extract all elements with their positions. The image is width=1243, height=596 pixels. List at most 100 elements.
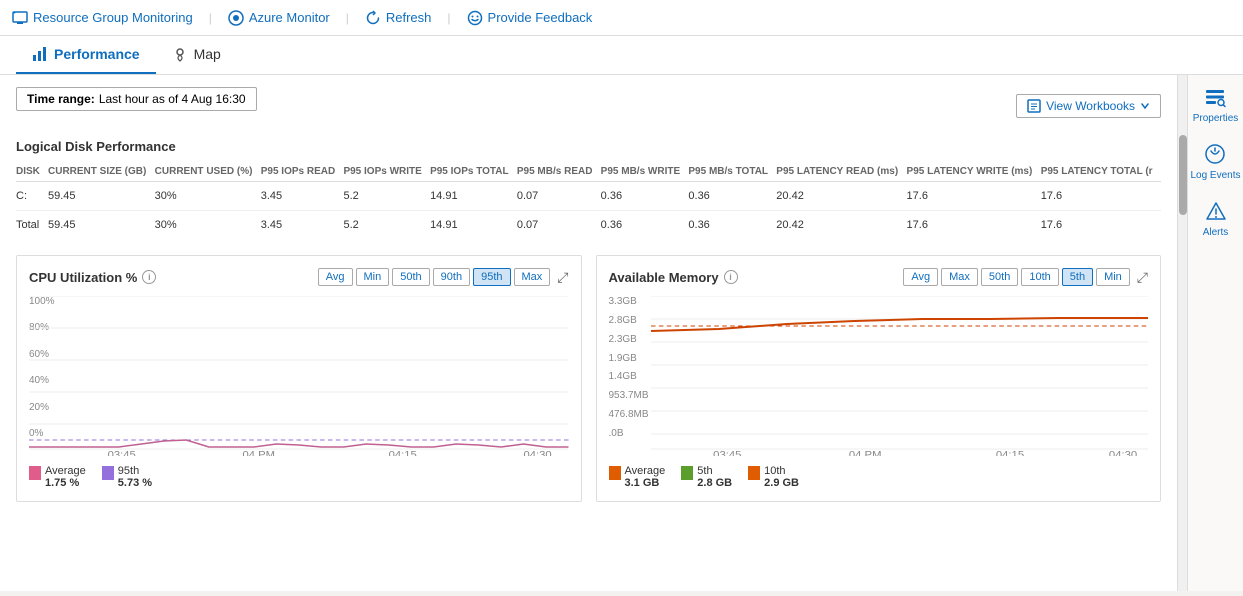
alerts-icon bbox=[1204, 199, 1228, 223]
scrollbar-thumb[interactable] bbox=[1179, 135, 1187, 215]
feedback-button[interactable]: Provide Feedback bbox=[467, 10, 593, 26]
svg-text:03:45: 03:45 bbox=[108, 450, 136, 456]
table-cell: 3.45 bbox=[261, 211, 344, 240]
table-cell: 17.6 bbox=[907, 211, 1041, 240]
cpu-btn-min[interactable]: Min bbox=[356, 268, 390, 286]
memory-chart-svg: 03:45 04 PM 04:15 04:30 bbox=[651, 296, 1149, 456]
refresh-button[interactable]: Refresh bbox=[365, 10, 432, 26]
chevron-down-icon bbox=[1140, 101, 1150, 111]
col-size: CURRENT SIZE (GB) bbox=[48, 162, 155, 182]
view-workbooks-button[interactable]: View Workbooks bbox=[1016, 94, 1161, 118]
table-cell: 0.07 bbox=[517, 182, 601, 211]
right-panel: Properties Log Events Alerts bbox=[1187, 75, 1243, 591]
cpu-legend-avg-label: Average bbox=[45, 465, 86, 477]
svg-text:04:15: 04:15 bbox=[389, 450, 417, 456]
mem-btn-10th[interactable]: 10th bbox=[1021, 268, 1058, 286]
table-cell: 59.45 bbox=[48, 182, 155, 211]
col-mbs-read: P95 MB/s READ bbox=[517, 162, 601, 182]
mem-legend-avg-color bbox=[609, 466, 621, 480]
table-cell: 20.42 bbox=[776, 182, 906, 211]
table-cell: 17.6 bbox=[1041, 211, 1161, 240]
cpu-legend-95th-color bbox=[102, 466, 114, 480]
monitor-icon bbox=[12, 10, 28, 26]
memory-chart-controls: Avg Max 50th 10th 5th Min ⤢ bbox=[903, 268, 1148, 286]
cpu-legend-95th: 95th 5.73 % bbox=[102, 465, 152, 489]
cpu-btn-avg[interactable]: Avg bbox=[318, 268, 353, 286]
properties-panel-item[interactable]: Properties bbox=[1193, 85, 1239, 124]
cpu-chart-header: CPU Utilization % i Avg Min 50th 90th 95… bbox=[29, 268, 569, 286]
cpu-legend-avg-color bbox=[29, 466, 41, 480]
svg-text:04:15: 04:15 bbox=[995, 450, 1023, 456]
svg-text:03:45: 03:45 bbox=[713, 450, 741, 456]
logevents-label: Log Events bbox=[1190, 170, 1240, 181]
disk-section-title: Logical Disk Performance bbox=[16, 139, 1161, 154]
cpu-legend-95th-value: 5.73 % bbox=[118, 477, 152, 489]
alerts-panel-item[interactable]: Alerts bbox=[1203, 199, 1229, 238]
table-cell: 20.42 bbox=[776, 211, 906, 240]
alerts-label: Alerts bbox=[1203, 227, 1229, 238]
col-lat-read: P95 LATENCY READ (ms) bbox=[776, 162, 906, 182]
tab-performance[interactable]: Performance bbox=[16, 36, 156, 74]
col-used: CURRENT USED (%) bbox=[155, 162, 261, 182]
mem-btn-5th[interactable]: 5th bbox=[1062, 268, 1093, 286]
cpu-legend-95th-label: 95th bbox=[118, 465, 152, 477]
tab-bar: Performance Map bbox=[0, 36, 1243, 75]
table-header-row: DISK CURRENT SIZE (GB) CURRENT USED (%) … bbox=[16, 162, 1161, 182]
azure-icon bbox=[228, 10, 244, 26]
table-cell: 5.2 bbox=[343, 211, 430, 240]
mem-legend-10th-value: 2.9 GB bbox=[764, 477, 799, 489]
mem-legend-10th: 10th 2.9 GB bbox=[748, 465, 799, 489]
col-mbs-write: P95 MB/s WRITE bbox=[601, 162, 689, 182]
table-cell: 0.36 bbox=[688, 211, 776, 240]
col-iops-read: P95 IOPs READ bbox=[261, 162, 344, 182]
cpu-btn-50th[interactable]: 50th bbox=[392, 268, 429, 286]
scrollbar-track bbox=[1177, 75, 1187, 591]
mem-btn-min[interactable]: Min bbox=[1096, 268, 1130, 286]
mem-legend-5th: 5th 2.8 GB bbox=[681, 465, 732, 489]
charts-row: CPU Utilization % i Avg Min 50th 90th 95… bbox=[16, 255, 1161, 502]
cpu-btn-90th[interactable]: 90th bbox=[433, 268, 470, 286]
cpu-btn-max[interactable]: Max bbox=[514, 268, 551, 286]
table-cell: 30% bbox=[155, 182, 261, 211]
azure-monitor-link[interactable]: Azure Monitor bbox=[228, 10, 330, 26]
tab-map[interactable]: Map bbox=[156, 36, 237, 74]
col-iops-write: P95 IOPs WRITE bbox=[343, 162, 430, 182]
map-icon bbox=[172, 46, 188, 62]
content-area: Time range: Last hour as of 4 Aug 16:30 … bbox=[0, 75, 1177, 591]
svg-text:04 PM: 04 PM bbox=[243, 450, 275, 456]
cpu-chart-legend: Average 1.75 % 95th 5.73 % bbox=[29, 465, 569, 489]
mem-btn-50th[interactable]: 50th bbox=[981, 268, 1018, 286]
disk-table: DISK CURRENT SIZE (GB) CURRENT USED (%) … bbox=[16, 162, 1161, 239]
resource-group-monitoring-link[interactable]: Resource Group Monitoring bbox=[12, 10, 193, 26]
mem-legend-10th-label: 10th bbox=[764, 465, 799, 477]
logevents-icon bbox=[1203, 142, 1227, 166]
svg-text:04:30: 04:30 bbox=[1108, 450, 1136, 456]
table-cell: 0.36 bbox=[688, 182, 776, 211]
cpu-info-icon: i bbox=[142, 270, 156, 284]
cpu-legend-avg: Average 1.75 % bbox=[29, 465, 86, 489]
memory-chart-card: Available Memory i Avg Max 50th 10th 5th… bbox=[596, 255, 1162, 502]
cpu-legend-avg-value: 1.75 % bbox=[45, 477, 86, 489]
time-range-button[interactable]: Time range: Last hour as of 4 Aug 16:30 bbox=[16, 87, 257, 111]
cpu-chart-controls: Avg Min 50th 90th 95th Max ⤢ bbox=[318, 268, 569, 286]
log-events-panel-item[interactable]: Log Events bbox=[1190, 142, 1240, 181]
mem-legend-5th-value: 2.8 GB bbox=[697, 477, 732, 489]
cpu-btn-95th[interactable]: 95th bbox=[473, 268, 510, 286]
mem-legend-10th-color bbox=[748, 466, 760, 480]
top-bar: Resource Group Monitoring | Azure Monito… bbox=[0, 0, 1243, 36]
cpu-chart-title: CPU Utilization % i bbox=[29, 270, 156, 285]
properties-icon bbox=[1203, 85, 1227, 109]
table-cell: 3.45 bbox=[261, 182, 344, 211]
mem-pin-icon[interactable]: ⤢ bbox=[1137, 269, 1148, 286]
col-iops-total: P95 IOPs TOTAL bbox=[430, 162, 517, 182]
mem-legend-5th-color bbox=[681, 466, 693, 480]
perf-icon bbox=[32, 46, 48, 62]
mem-y-axis: 3.3GB2.8GB2.3GB1.9GB1.4GB953.7MB476.8MB.… bbox=[609, 296, 647, 439]
svg-text:04 PM: 04 PM bbox=[848, 450, 881, 456]
mem-btn-avg[interactable]: Avg bbox=[903, 268, 938, 286]
table-cell: 14.91 bbox=[430, 211, 517, 240]
col-mbs-total: P95 MB/s TOTAL bbox=[688, 162, 776, 182]
cpu-pin-icon[interactable]: ⤢ bbox=[557, 269, 568, 286]
table-row: Total59.4530%3.455.214.910.070.360.3620.… bbox=[16, 211, 1161, 240]
mem-btn-max[interactable]: Max bbox=[941, 268, 978, 286]
